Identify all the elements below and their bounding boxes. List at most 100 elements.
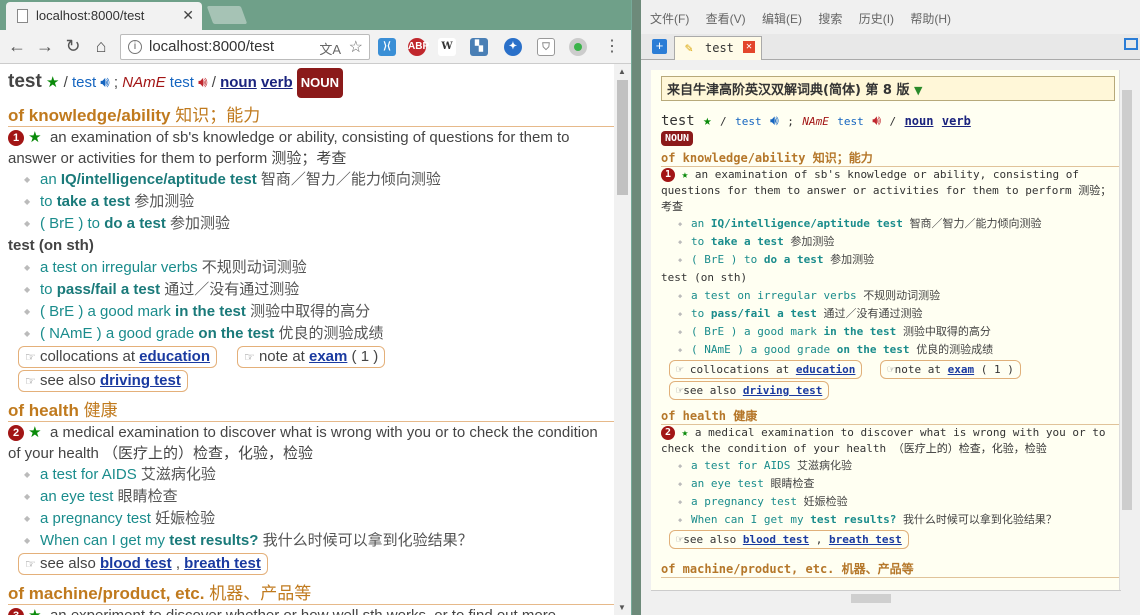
star-icon: ★ [681,426,689,439]
scroll-down-icon[interactable]: ▼ [618,603,626,612]
app-vertical-scrollbar[interactable] [1119,70,1134,590]
grammar-pattern: test (on sth) [8,237,94,254]
app-tab[interactable]: ✎ test ✕ [674,36,762,60]
collapse-triangle-icon[interactable]: ▼ [914,84,922,97]
xref-label: see also [683,384,737,397]
example-cn: 优良的测验成绩 [278,325,384,342]
pron-br: test [71,74,97,91]
example: an eye test 眼睛检查 [661,475,1121,493]
puzzle-icon[interactable]: ⟩⟨ [378,38,396,56]
pos-link-noun[interactable]: noun [220,74,257,91]
pos-link-noun[interactable]: noun [905,114,934,128]
new-tab-button[interactable] [206,6,248,24]
xref-link[interactable]: exam [309,348,347,365]
home-icon[interactable]: ⌂ [90,36,112,57]
xref-link[interactable]: driving test [100,372,181,389]
reload-icon[interactable]: ↻ [62,36,84,57]
window-divider [632,0,641,615]
speaker-icon[interactable]: 🔊︎ [770,113,779,129]
xref-box: ☞ collocations at education [669,360,863,379]
scroll-thumb[interactable] [1122,90,1132,510]
example-bold: on the test [836,343,910,356]
menu-file[interactable]: 文件(F) [650,12,689,26]
pos-link-verb[interactable]: verb [261,74,293,91]
add-tab-icon[interactable]: + [652,39,667,54]
sense-heading-text: of knowledge/ability [661,151,806,165]
dictionary-title: 来自牛津高阶英汉双解词典(简体) 第 8 版 [667,83,910,98]
example-cn: 艾滋病化验 [796,459,852,472]
scroll-thumb[interactable] [851,594,891,603]
tab-title: localhost:8000/test [36,8,145,23]
network-icon[interactable]: ✦ [504,38,522,56]
app-horizontal-scrollbar[interactable] [651,590,1121,606]
menu-icon[interactable]: ⋮ [601,36,623,56]
info-icon[interactable]: i [128,40,142,54]
sense-definition: 1 ★ an examination of sb's knowledge or … [8,127,614,169]
close-tab-icon[interactable]: ✕ [743,41,755,53]
example-bold: take a test [710,235,784,248]
xref-label: collocations at [689,363,790,376]
shield-icon[interactable]: ⛉ [537,38,555,56]
xref-link[interactable]: driving test [743,384,822,397]
example-bold: IQ/intelligence/aptitude test [710,217,903,230]
example-bold: pass/fail a test [710,307,817,320]
browser-tab[interactable]: localhost:8000/test ✕ [6,2,202,30]
translate-icon[interactable]: 文A [319,39,341,58]
xref-link[interactable]: education [796,363,856,376]
example: When can I get my test results? 我什么时候可以拿… [8,530,614,552]
forward-icon[interactable]: → [34,36,56,57]
example-text: ( BrE ) a good mark [691,325,824,338]
restore-icon[interactable] [1124,38,1138,50]
example-text: to [691,307,711,320]
example-text: an [40,171,61,188]
xref-link[interactable]: exam [948,363,975,376]
xref-link[interactable]: breath test [184,555,261,572]
dictionary-title-bar[interactable]: 来自牛津高阶英汉双解词典(简体) 第 8 版 ▼ [661,76,1115,101]
app-tab-bar: + ✎ test ✕ [641,34,1140,60]
example-cn: 妊娠检验 [803,495,848,508]
green-dot-icon[interactable] [569,38,587,56]
xref-link[interactable]: blood test [100,555,172,572]
menu-edit[interactable]: 编辑(E) [762,12,802,26]
separator: / [720,115,727,128]
scroll-up-icon[interactable]: ▲ [618,67,626,76]
xref-link[interactable]: breath test [829,533,902,546]
star-icon: ★ [28,129,42,146]
example: a test for AIDS 艾滋病化验 [661,457,1121,475]
app-dictionary-content: 来自牛津高阶英汉双解词典(简体) 第 8 版 ▼ test ★ / test 🔊… [651,70,1121,590]
xref-label: note at [894,363,942,376]
w-icon[interactable]: W [438,38,456,56]
xref-link[interactable]: education [139,348,210,365]
example-cn: 参加测验 [790,235,835,248]
example-cn: 眼睛检查 [770,477,815,490]
sense-heading: of health 健康 [661,407,1121,425]
speaker-icon-am[interactable]: 🔊︎ [872,113,881,129]
example-bold: test results? [810,513,897,526]
xref-label: collocations at [39,348,135,365]
menu-help[interactable]: 帮助(H) [910,12,951,26]
bookmark-star-icon[interactable]: ☆ [349,37,363,57]
example-text: a test for AIDS [691,459,797,472]
menu-history[interactable]: 历史(I) [859,12,894,26]
xref-box: ☞ note at exam ( 1 ) [237,346,386,368]
speaker-icon-am[interactable]: 🔊︎ [198,74,207,91]
adblock-icon[interactable]: ABP [408,38,429,56]
ext-icon[interactable]: ▚ [470,38,488,56]
vertical-scrollbar[interactable]: ▲ ▼ [614,64,631,615]
scroll-thumb[interactable] [617,80,628,195]
speaker-icon[interactable]: 🔊︎ [100,74,109,91]
pos-link-verb[interactable]: verb [942,114,971,128]
definition-text: an experiment to discover whether or how… [50,607,556,615]
sense-heading: of knowledge/ability 知识；能力 [8,101,614,127]
xref-link[interactable]: blood test [743,533,809,546]
example-text: When can I get my [40,532,170,549]
sense-heading: of knowledge/ability 知识；能力 [661,149,1121,167]
back-icon[interactable]: ← [6,36,28,57]
sense-definition: 3 ★ an experiment to discover whether or… [8,605,614,615]
address-bar[interactable]: i localhost:8000/test 文A ☆ [120,34,370,60]
close-tab-icon[interactable]: ✕ [182,7,194,24]
example-cn: 测验中取得的高分 [250,303,371,320]
star-icon: ★ [681,168,689,181]
menu-view[interactable]: 查看(V) [706,12,746,26]
menu-search[interactable]: 搜索 [818,12,842,26]
